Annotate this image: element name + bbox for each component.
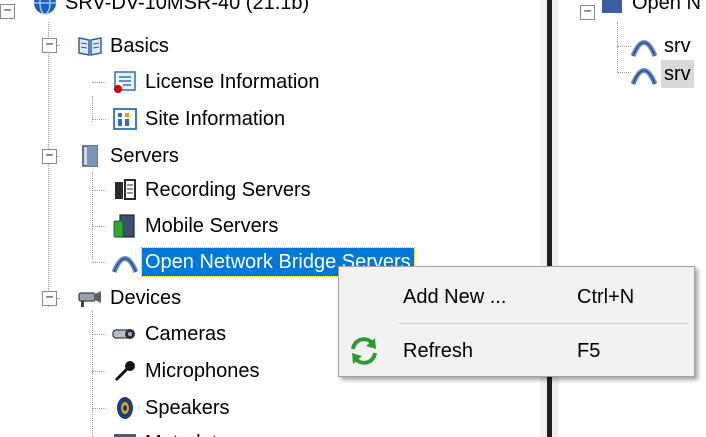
tree-line — [617, 46, 631, 47]
collapse-toggle[interactable]: − — [42, 291, 57, 306]
tree-node-speakers[interactable]: Speakers — [112, 393, 233, 423]
tree-line — [48, 22, 49, 307]
metadata-icon — [112, 430, 138, 437]
tree-node-label: srv — [661, 60, 694, 88]
bridge-arch-icon — [631, 61, 657, 87]
tree-node-label: Open N — [632, 0, 701, 14]
tree-node-devices[interactable]: Devices — [77, 283, 184, 313]
tree-node-recording-servers[interactable]: Recording Servers — [112, 175, 314, 205]
bridge-folder-icon — [599, 0, 625, 16]
license-certificate-icon — [112, 69, 138, 95]
tree-line — [617, 22, 618, 72]
devices-camera-icon — [77, 285, 103, 311]
tree-node-mobile-servers[interactable]: Mobile Servers — [112, 211, 281, 241]
collapse-toggle[interactable]: − — [0, 4, 15, 19]
tree-node-label: Microphones — [145, 360, 260, 382]
tree-line — [92, 311, 93, 437]
server-tower-icon — [77, 143, 103, 169]
tree-line — [92, 226, 106, 227]
tree-node-label: Cameras — [145, 323, 227, 345]
menu-item-label: Add New ... — [403, 285, 507, 308]
tree-line — [92, 172, 93, 259]
collapse-toggle[interactable]: − — [42, 149, 57, 164]
tree-node-label: srv — [664, 35, 691, 57]
bridge-arch-icon — [631, 33, 657, 59]
tree-node-label: Basics — [110, 35, 169, 57]
tree-node-servers[interactable]: Servers — [77, 141, 182, 171]
overview-root[interactable]: Open N — [599, 0, 704, 18]
tree-node-label: Servers — [110, 145, 179, 167]
overview-item[interactable]: srv — [631, 59, 694, 89]
tree-line — [92, 262, 106, 263]
tree-node-label: License Information — [145, 71, 320, 93]
recording-server-icon — [112, 177, 138, 203]
info-board-icon — [112, 106, 138, 132]
bridge-arch-icon — [112, 249, 138, 275]
book-icon — [77, 33, 103, 59]
menu-item-shortcut: Ctrl+N — [577, 285, 635, 308]
speaker-icon — [112, 395, 138, 421]
tree-node-license-information[interactable]: License Information — [112, 67, 323, 97]
tree-node-label: Metadata — [142, 429, 231, 437]
tree-line — [92, 119, 106, 120]
tree-line — [92, 371, 106, 372]
tree-node-cameras[interactable]: Cameras — [112, 319, 229, 349]
tree-node-site-information[interactable]: Site Information — [112, 104, 288, 134]
menu-separator — [399, 323, 688, 324]
tree-node-microphones[interactable]: Microphones — [112, 356, 263, 386]
tree-node-label: Recording Servers — [145, 179, 311, 201]
menu-item-add-new[interactable]: Add New ... Ctrl+N — [341, 275, 692, 319]
tree-node-label: SRV-DV-10MSR-40 (21.1b) — [65, 0, 310, 14]
overview-item[interactable]: srv — [631, 31, 694, 61]
tree-line — [92, 82, 106, 83]
tree-node-label: Speakers — [145, 397, 230, 419]
collapse-toggle[interactable]: − — [42, 38, 57, 53]
tree-node-label: Mobile Servers — [145, 215, 279, 237]
menu-item-label: Refresh — [403, 339, 474, 362]
site-globe-icon — [32, 0, 58, 16]
tree-node-root[interactable]: SRV-DV-10MSR-40 (21.1b) — [32, 0, 312, 18]
mobile-server-icon — [112, 213, 138, 239]
menu-item-refresh[interactable]: Refresh F5 — [341, 329, 692, 373]
tree-line — [617, 72, 631, 73]
tree-node-metadata[interactable]: Metadata — [112, 428, 231, 437]
context-menu: Add New ... Ctrl+N Refresh F5 — [338, 266, 695, 377]
tree-line — [92, 190, 106, 191]
refresh-icon — [347, 334, 381, 368]
microphone-icon — [112, 358, 138, 384]
tree-node-label: Site Information — [145, 108, 286, 130]
tree-node-label: Devices — [110, 287, 182, 309]
collapse-toggle[interactable]: − — [580, 5, 595, 20]
tree-node-basics[interactable]: Basics — [77, 31, 172, 61]
tree-line — [92, 334, 106, 335]
menu-item-shortcut: F5 — [577, 339, 601, 362]
camera-icon — [112, 321, 138, 347]
tree-line — [92, 408, 106, 409]
